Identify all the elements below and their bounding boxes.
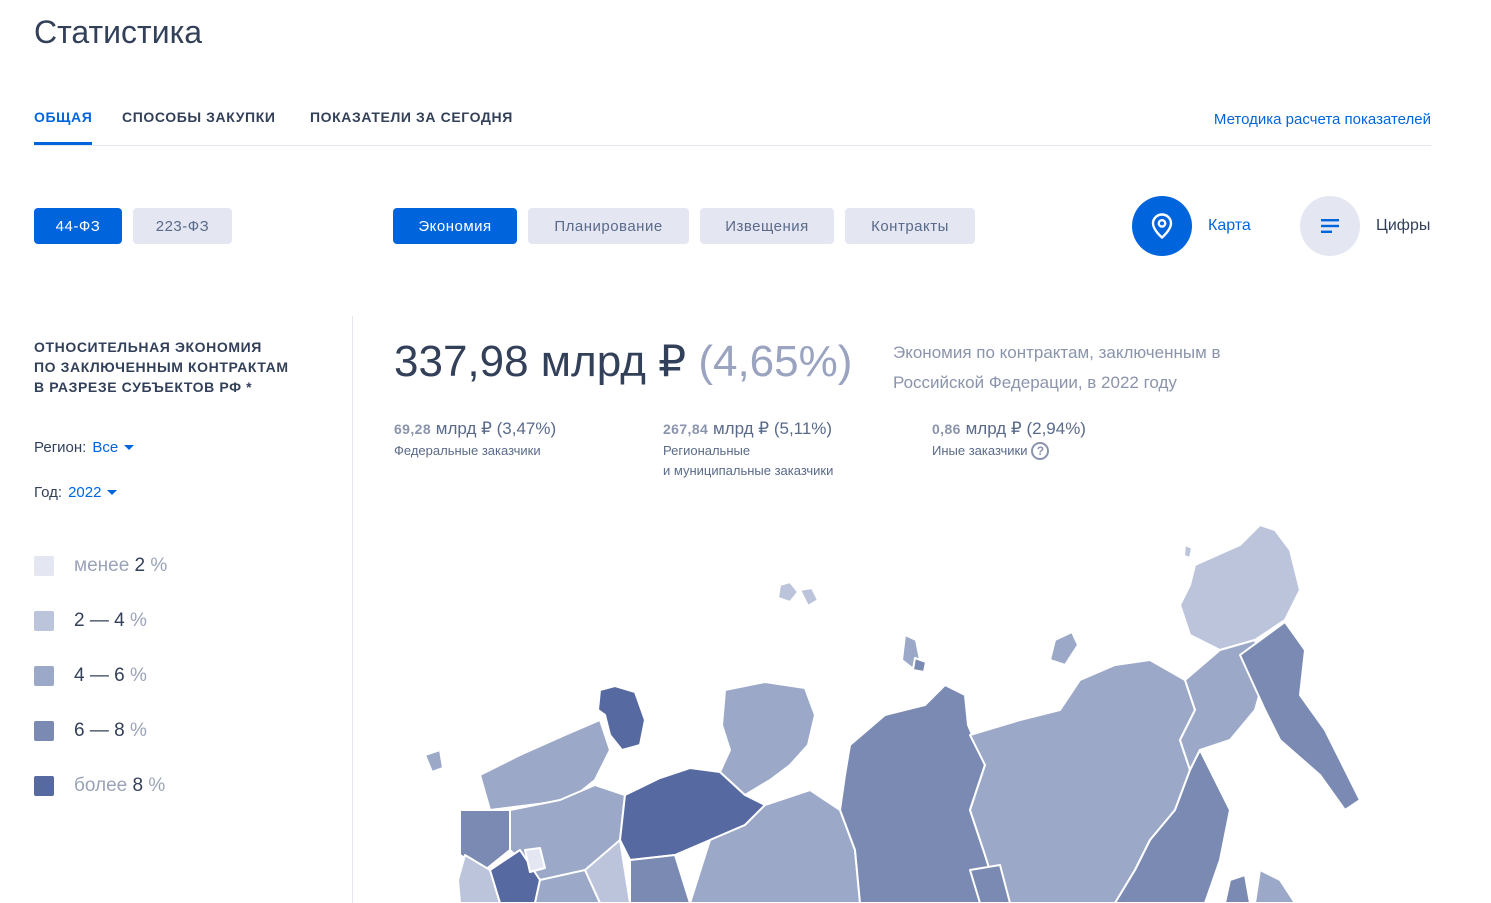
breakdown-unit: млрд ₽ (3,47%) <box>435 419 557 438</box>
total-economy: 337,98 млрд ₽ (4,65%) <box>394 336 852 387</box>
legend-swatch <box>34 610 54 631</box>
breakdown-caption-row: Иные заказчики ? <box>932 441 1086 461</box>
chevron-down-icon <box>124 445 135 450</box>
sidebar-title-line: ОТНОСИТЕЛЬНАЯ ЭКОНОМИЯ <box>34 339 262 355</box>
legend-range: 8 <box>132 774 144 796</box>
view-map-button[interactable]: Карта <box>1132 196 1251 256</box>
tab-today-indicators[interactable]: ПОКАЗАТЕЛИ ЗА СЕГОДНЯ <box>310 109 513 142</box>
year-select[interactable]: 2022 <box>68 484 118 501</box>
legend-swatch <box>34 720 54 741</box>
category-planning-button[interactable]: Планирование <box>528 208 689 244</box>
year-filter: Год: 2022 <box>34 484 118 501</box>
map-region[interactable] <box>1183 544 1193 559</box>
region-select[interactable]: Все <box>92 439 135 456</box>
legend-prefix: менее <box>74 554 130 576</box>
methodology-link[interactable]: Методика расчета показателей <box>1214 111 1431 128</box>
map-region[interactable] <box>799 587 819 607</box>
category-economy-button[interactable]: Экономия <box>393 208 517 244</box>
total-economy-value: 337,98 млрд ₽ <box>394 337 687 386</box>
law-223fz-button[interactable]: 223-ФЗ <box>133 208 232 244</box>
breakdown-regional: 267,84 млрд ₽ (5,11%) Региональные и мун… <box>663 419 833 481</box>
breakdown-federal: 69,28 млрд ₽ (3,47%) Федеральные заказчи… <box>394 419 556 461</box>
total-economy-percent: (4,65%) <box>698 337 853 386</box>
region-filter-label: Регион: <box>34 439 87 456</box>
total-economy-description: Экономия по контрактам, заключенным в Ро… <box>893 343 1221 392</box>
map-legend: менее 2 % 2 — 4 % 4 — 6 % 6 — 8 % более … <box>34 538 167 813</box>
legend-swatch <box>34 665 54 686</box>
map-region[interactable] <box>1254 869 1296 903</box>
breakdown-caption: Региональные и муниципальные заказчики <box>663 441 833 481</box>
map-region[interactable] <box>1224 874 1251 903</box>
help-icon[interactable]: ? <box>1031 442 1050 460</box>
view-map-label: Карта <box>1208 217 1251 234</box>
sidebar-title-line: ПО ЗАКЛЮЧЕННЫМ КОНТРАКТАМ <box>34 359 289 375</box>
map-region[interactable] <box>424 749 444 773</box>
legend-range: 2 <box>134 554 146 576</box>
legend-range: 4 — 6 <box>74 664 125 686</box>
tab-general[interactable]: ОБЩАЯ <box>34 109 93 145</box>
map-region[interactable] <box>1239 621 1361 811</box>
map-region[interactable] <box>1049 631 1079 666</box>
map-pin-icon <box>1132 196 1192 256</box>
breakdown-caption: Иные заказчики <box>932 443 1028 458</box>
region-filter: Регион: Все <box>34 439 135 456</box>
breakdown-unit: млрд ₽ (5,11%) <box>712 419 833 438</box>
category-notices-button[interactable]: Извещения <box>700 208 834 244</box>
legend-unit: % <box>129 609 147 631</box>
sidebar-title: ОТНОСИТЕЛЬНАЯ ЭКОНОМИЯ ПО ЗАКЛЮЧЕННЫМ КО… <box>34 337 324 397</box>
page-title: Статистика <box>34 14 203 50</box>
legend-item: менее 2 % <box>34 538 167 593</box>
breakdown-unit: млрд ₽ (2,94%) <box>965 419 1086 438</box>
legend-range: 6 — 8 <box>74 719 125 741</box>
breakdown-caption-line: и муниципальные заказчики <box>663 463 834 478</box>
legend-swatch <box>34 775 54 796</box>
legend-item: 4 — 6 % <box>34 648 167 703</box>
legend-unit: % <box>129 719 147 741</box>
map-region[interactable] <box>719 681 816 796</box>
region-select-value: Все <box>92 439 119 456</box>
tab-bar: ОБЩАЯ СПОСОБЫ ЗАКУПКИ ПОКАЗАТЕЛИ ЗА СЕГО… <box>34 100 1431 146</box>
legend-swatch <box>34 555 54 576</box>
breakdown-caption: Федеральные заказчики <box>394 443 541 458</box>
chevron-down-icon <box>107 490 118 495</box>
legend-unit: % <box>150 554 168 576</box>
breakdown-value: 0,86 <box>932 421 961 437</box>
map-region[interactable] <box>912 657 927 673</box>
map-region[interactable] <box>777 581 799 603</box>
year-filter-label: Год: <box>34 484 63 501</box>
vertical-divider <box>352 316 353 903</box>
legend-unit: % <box>129 664 147 686</box>
breakdown-value: 69,28 <box>394 421 432 437</box>
legend-prefix: более <box>74 774 128 796</box>
legend-item: более 8 % <box>34 758 167 813</box>
lines-icon <box>1300 196 1360 256</box>
map-region[interactable] <box>629 854 691 903</box>
breakdown-caption-line: Региональные <box>663 443 751 458</box>
legend-item: 2 — 4 % <box>34 593 167 648</box>
sidebar-title-line: В РАЗРЕЗЕ СУБЪЕКТОВ РФ * <box>34 379 253 395</box>
legend-range: 2 — 4 <box>74 609 125 631</box>
legend-item: 6 — 8 % <box>34 703 167 758</box>
tab-procurement-methods[interactable]: СПОСОБЫ ЗАКУПКИ <box>122 109 276 142</box>
law-44fz-button[interactable]: 44-ФЗ <box>34 208 122 244</box>
category-contracts-button[interactable]: Контракты <box>845 208 975 244</box>
view-numbers-button[interactable]: Цифры <box>1300 196 1430 256</box>
breakdown-other: 0,86 млрд ₽ (2,94%) Иные заказчики ? <box>932 419 1086 461</box>
breakdown-value: 267,84 <box>663 421 709 437</box>
view-numbers-label: Цифры <box>1376 217 1431 234</box>
russia-regions-map <box>424 524 1361 903</box>
year-select-value: 2022 <box>68 484 102 501</box>
legend-unit: % <box>148 774 166 796</box>
